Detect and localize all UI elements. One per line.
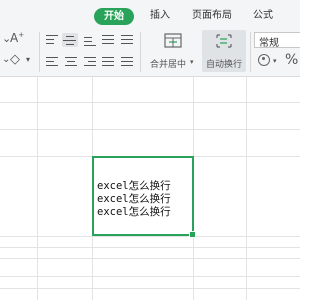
tab-insert[interactable]: 插入 [150,7,170,24]
toolbar-separator [250,32,251,72]
align-bottom-icon[interactable] [83,34,97,46]
ribbon-tab-bar: 开始 插入 页面布局 公式 [0,0,300,26]
column-gridline [37,77,38,300]
toolbar-separator [39,32,40,72]
cell-text-line: excel怎么换行 [97,193,171,205]
active-cell[interactable]: excel怎么换行 excel怎么换行 excel怎么换行 [92,156,196,238]
align-center-icon[interactable] [64,56,78,68]
distributed-align-icon[interactable] [120,56,134,68]
currency-format-icon[interactable] [258,54,270,66]
percent-style-icon[interactable]: % [285,52,298,68]
align-right-icon[interactable] [83,56,97,68]
clear-format-eraser-icon[interactable]: ◇ [10,52,20,67]
merge-center-label: 合并居中 [150,60,187,70]
row-gridline [0,288,300,289]
row-gridline [0,102,300,103]
ribbon-toolbar: ⌄ A+ ⌄ ◇ ▾ 合并居中 ▾ 自动换行 常规 ▾ % [0,26,300,77]
increase-font-size-icon[interactable]: A+ [10,31,24,45]
wrap-text-button[interactable]: 自动换行 [202,30,246,72]
align-left-icon[interactable] [45,56,59,68]
row-gridline [0,247,300,248]
align-middle-icon[interactable] [62,33,78,47]
fill-handle[interactable] [189,231,196,238]
row-gridline [0,236,300,237]
clear-dropdown-icon[interactable]: ▾ [26,55,30,64]
merge-center-button[interactable]: 合并居中 ▾ [145,30,200,72]
tab-home[interactable]: 开始 [94,8,134,25]
wrap-text-icon [216,34,232,48]
column-gridline [246,77,247,300]
number-format-value: 常规 [259,38,279,49]
wrap-text-label: 自动换行 [206,60,243,70]
cell-content: excel怎么换行 excel怎么换行 excel怎么换行 [97,180,171,219]
currency-dropdown-icon[interactable]: ▾ [273,57,277,65]
cell-text-line: excel怎么换行 [97,206,171,218]
merge-cells-icon [164,33,182,48]
tab-page-layout[interactable]: 页面布局 [192,7,232,24]
orientation-icon[interactable] [120,34,134,46]
align-justify-vertical-icon[interactable] [101,34,115,46]
justify-icon[interactable] [101,56,115,68]
spreadsheet-app: 开始 插入 页面布局 公式 ⌄ A+ ⌄ ◇ ▾ 合并居中 ▾ 自动换行 常规 … [0,0,300,300]
worksheet-grid[interactable]: excel怎么换行 excel怎么换行 excel怎么换行 [0,77,300,300]
number-format-select[interactable]: 常规 [254,32,300,49]
cell-text-line: excel怎么换行 [97,180,171,192]
row-gridline [0,129,300,130]
tab-formulas[interactable]: 公式 [253,7,273,24]
row-gridline [0,258,300,259]
row-gridline [0,276,300,277]
toolbar-separator [140,32,141,72]
align-top-icon[interactable] [45,34,59,46]
merge-dropdown-icon[interactable]: ▾ [190,58,194,66]
